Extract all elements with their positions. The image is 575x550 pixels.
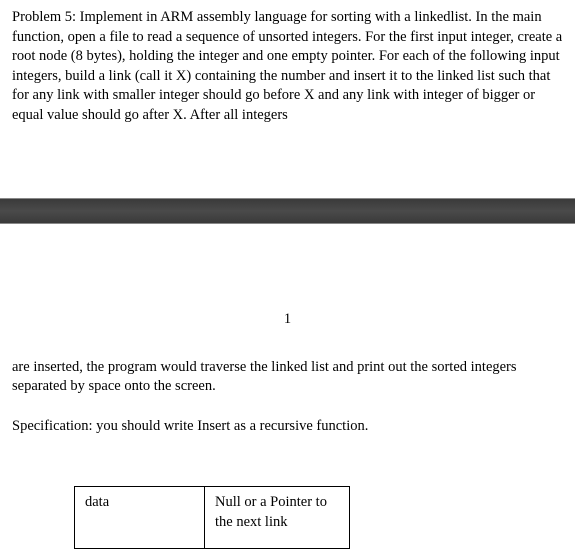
page-top-section: Problem 5: Implement in ARM assembly lan… <box>0 0 575 125</box>
page-number: 1 <box>12 310 563 330</box>
node-data-cell: data <box>75 487 205 549</box>
specification-text: Specification: you should write Insert a… <box>12 417 563 437</box>
problem-statement: Problem 5: Implement in ARM assembly lan… <box>12 8 563 125</box>
table-row: data Null or a Pointer to the next link <box>75 487 350 549</box>
problem-continuation: are inserted, the program would traverse… <box>12 358 563 397</box>
page-divider-band <box>0 198 575 224</box>
node-next-cell: Null or a Pointer to the next link <box>205 487 350 549</box>
page-bottom-section: 1 are inserted, the program would traver… <box>0 224 575 549</box>
linked-list-node-diagram: data Null or a Pointer to the next link <box>74 486 350 549</box>
